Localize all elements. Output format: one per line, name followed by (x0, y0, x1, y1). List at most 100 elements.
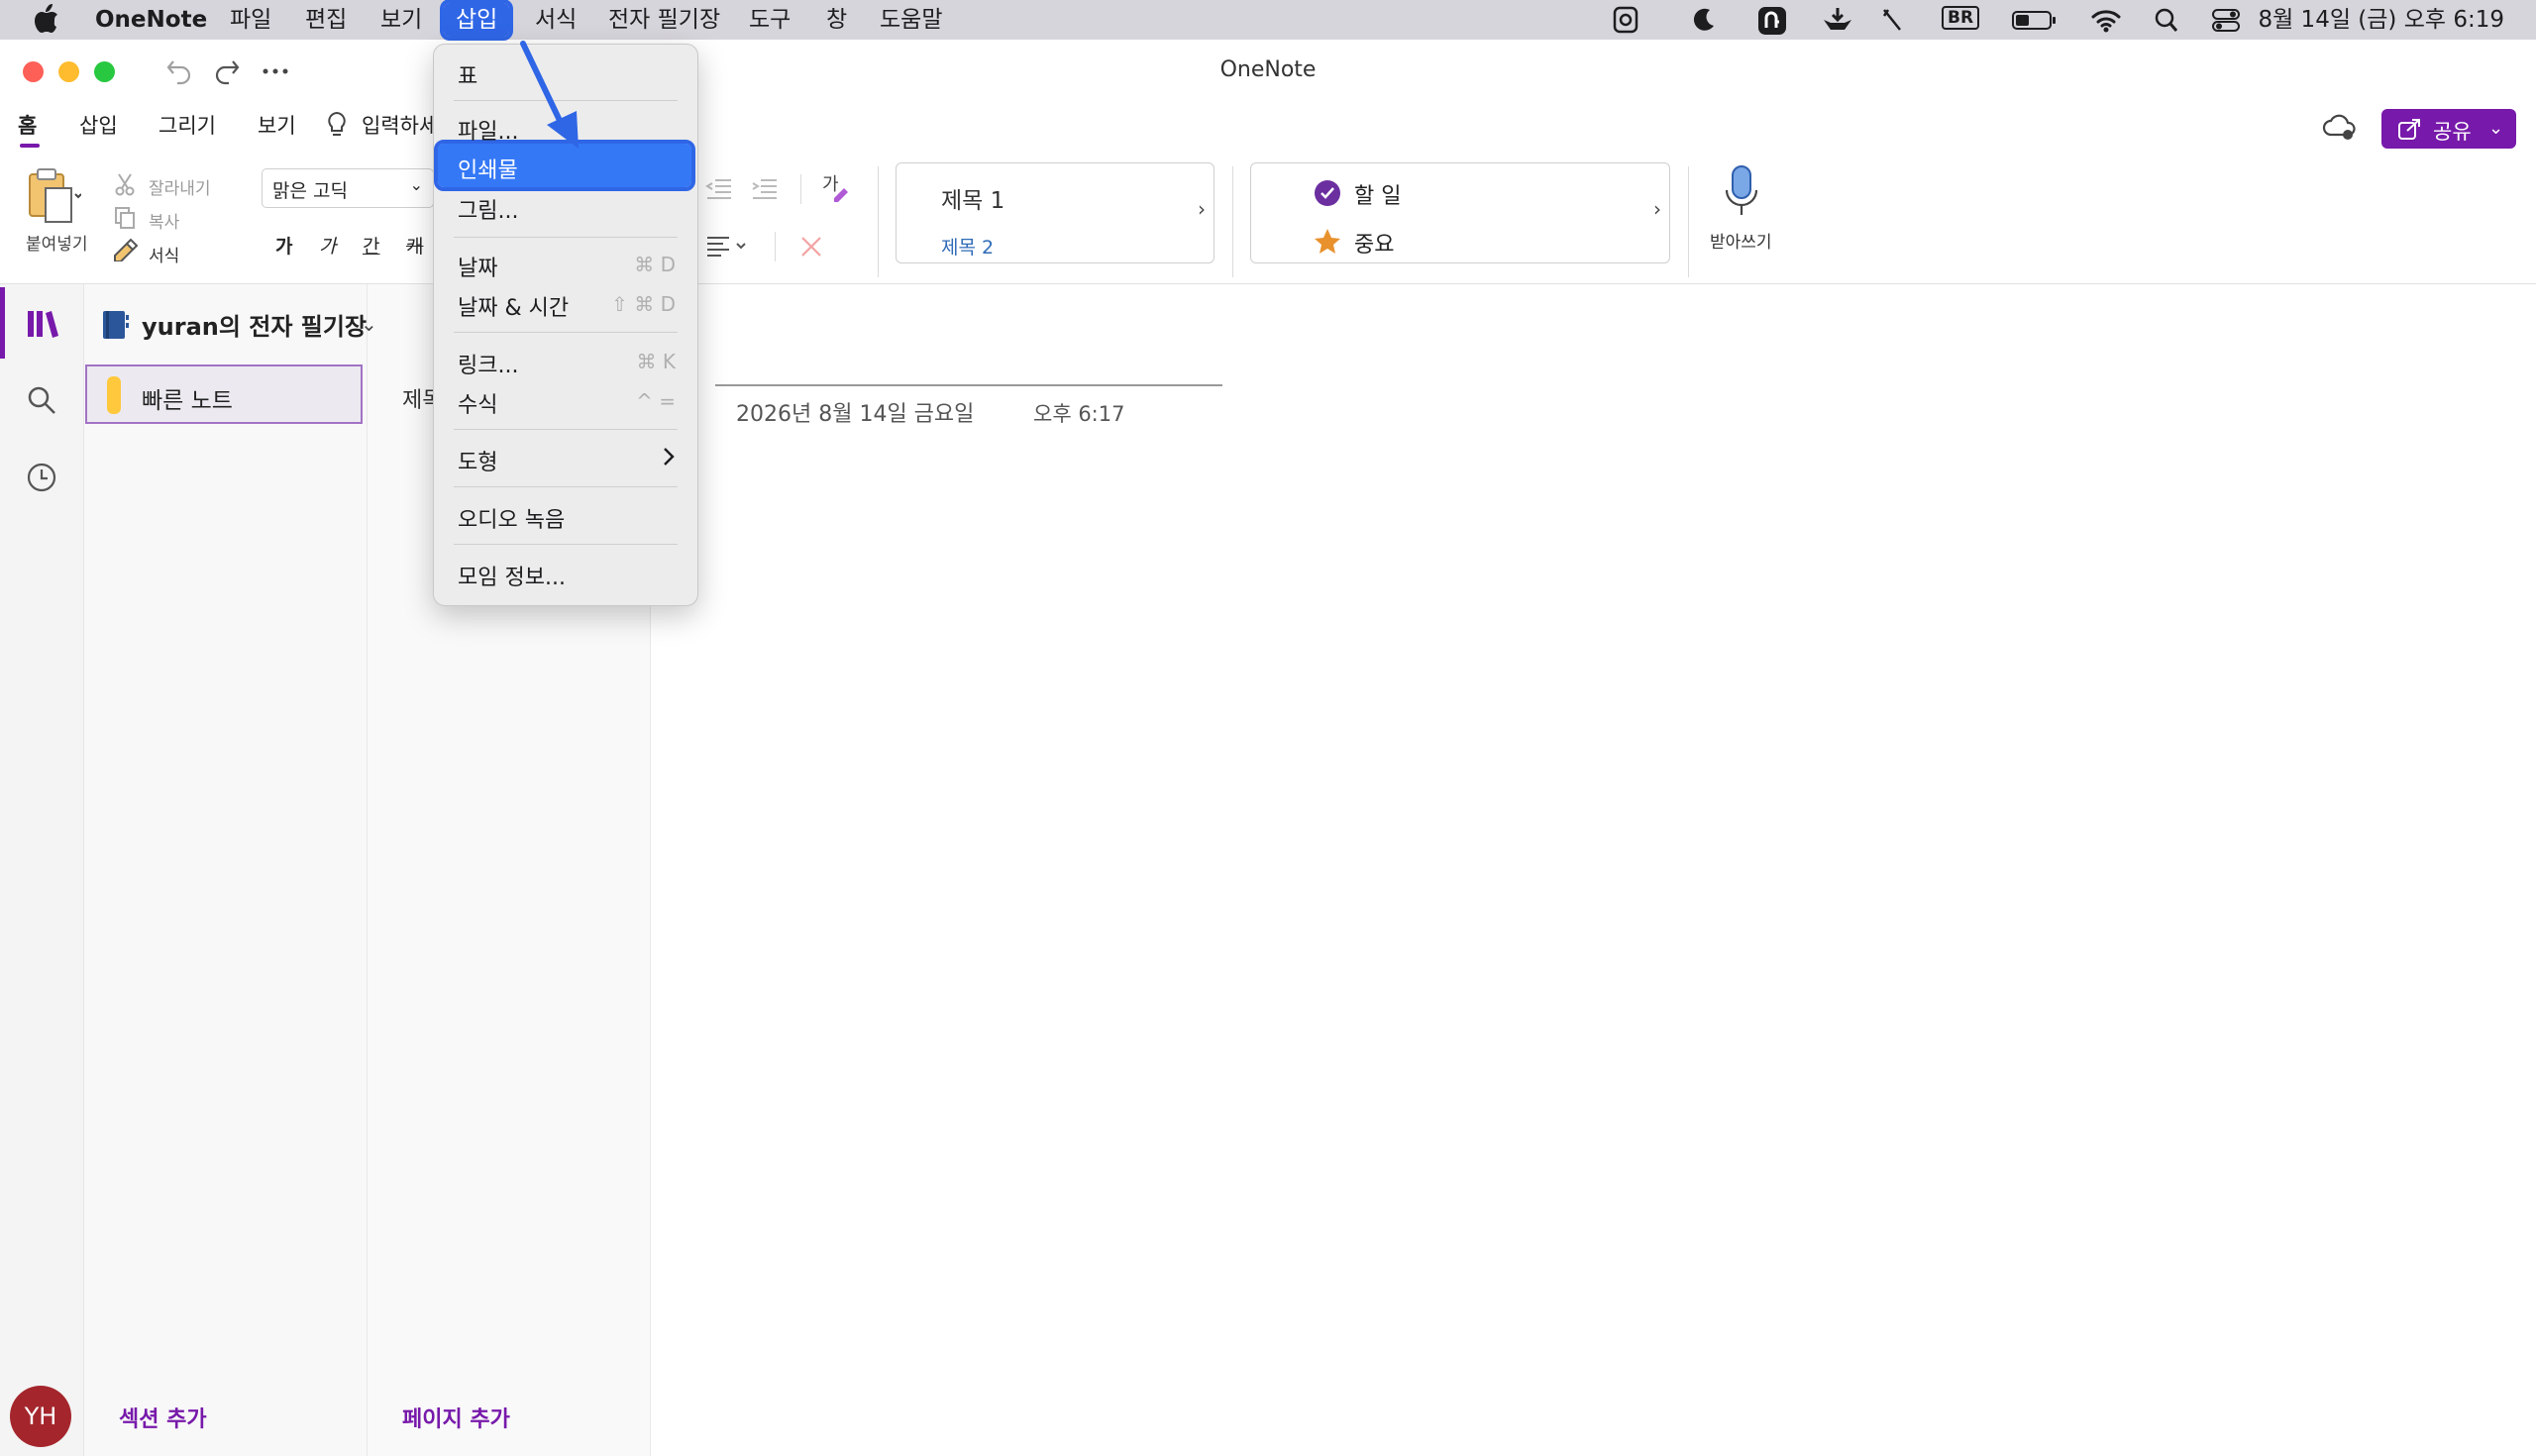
add-page-button[interactable]: 페이지 추가 (402, 1402, 510, 1433)
download-tray-icon[interactable] (1821, 6, 1854, 34)
share-icon (2397, 117, 2423, 141)
menu-item-printout[interactable]: 인쇄물 (458, 153, 518, 184)
font-name-value: 맑은 고딕 (272, 180, 348, 202)
apple-menu-icon[interactable] (34, 4, 59, 34)
tag-important[interactable]: 중요 (1354, 227, 1394, 259)
menu-separator (454, 237, 678, 238)
menu-item-table[interactable]: 표 (458, 58, 477, 90)
strikethrough-button[interactable]: 캐 (406, 232, 423, 259)
increase-indent-icon[interactable] (751, 176, 779, 200)
menu-item-equation[interactable]: 수식 (458, 387, 497, 419)
search-icon[interactable] (26, 384, 57, 416)
menu-item-audio-recording[interactable]: 오디오 녹음 (458, 502, 565, 534)
menu-tools[interactable]: 도구 (749, 0, 791, 40)
styles-gallery[interactable]: 제목 1 제목 2 › (896, 162, 1215, 263)
underline-button[interactable]: 간 (363, 232, 379, 259)
control-center-icon[interactable] (2211, 6, 2241, 34)
menu-item-meeting-details[interactable]: 모임 정보... (458, 560, 566, 591)
styles-expand-chevron-icon[interactable]: › (1198, 197, 1206, 221)
align-icon[interactable] (705, 234, 751, 258)
submenu-chevron-right-icon (662, 445, 676, 468)
sync-status-icon[interactable] (2322, 113, 2358, 143)
decrease-indent-icon[interactable] (705, 176, 733, 200)
input-source-icon[interactable]: BR (1942, 6, 1980, 35)
tab-insert[interactable]: 삽입 (79, 110, 118, 140)
share-dropdown-chevron-icon[interactable]: ⌄ (2488, 118, 2503, 139)
cut-icon[interactable] (114, 172, 136, 196)
menu-separator (454, 100, 678, 101)
format-painter-icon[interactable] (111, 238, 139, 261)
notebook-name[interactable]: yuran의 전자 필기장 (142, 307, 367, 342)
pen-icon[interactable] (1880, 6, 1904, 34)
menu-format[interactable]: 서식 (535, 0, 577, 40)
tell-me-search[interactable]: 입력하세 (362, 110, 438, 140)
ribbon-divider (800, 174, 801, 204)
share-button[interactable]: 공유 ⌄ (2381, 109, 2516, 149)
menu-help[interactable]: 도움말 (880, 0, 942, 40)
menu-separator (454, 486, 678, 487)
insert-menu-dropdown: 표 파일... 인쇄물 그림... 날짜 ⌘ D 날짜 & 시간 ⇧ ⌘ D 링… (433, 44, 698, 606)
menu-notebook[interactable]: 전자 필기장 (608, 0, 720, 40)
moon-icon[interactable] (1690, 6, 1718, 34)
tab-draw[interactable]: 그리기 (158, 110, 216, 140)
page-date: 2026년 8월 14일 금요일 (736, 402, 975, 427)
menu-item-picture[interactable]: 그림... (458, 193, 518, 225)
lightbulb-icon[interactable] (325, 111, 349, 139)
menu-item-link[interactable]: 링크... (458, 348, 518, 379)
section-item-label: 빠른 노트 (142, 388, 233, 414)
menu-insert[interactable]: 삽입 (439, 0, 514, 41)
spotlight-icon[interactable] (2154, 6, 2179, 34)
important-star-icon (1313, 227, 1342, 257)
delete-icon[interactable] (798, 234, 824, 260)
menu-item-date-time[interactable]: 날짜 & 시간 (458, 290, 569, 322)
bold-button[interactable]: 가 (275, 232, 292, 259)
format-painter-label[interactable]: 서식 (149, 242, 179, 266)
ribbon-divider (878, 166, 879, 277)
page-title-line[interactable] (715, 384, 1222, 386)
date-time-shortcut: ⇧ ⌘ D (611, 292, 676, 316)
dictate-label[interactable]: 받아쓰기 (1710, 228, 1772, 253)
recent-notes-icon[interactable] (26, 462, 57, 493)
text-tool-icon[interactable] (1757, 6, 1787, 35)
font-dropdown-chevron-icon: ⌄ (409, 175, 423, 194)
copy-icon[interactable] (114, 206, 136, 230)
paste-icon[interactable] (26, 166, 81, 226)
tab-home[interactable]: 홈 (18, 110, 37, 140)
font-name-dropdown[interactable]: 맑은 고딕 ⌄ (262, 168, 434, 208)
notebooks-icon[interactable] (26, 307, 59, 339)
menu-separator (454, 429, 678, 430)
paste-label[interactable]: 붙여넣기 (26, 230, 88, 255)
menu-separator (454, 544, 678, 545)
menu-file[interactable]: 파일 (230, 0, 271, 40)
tags-expand-chevron-icon[interactable]: › (1653, 197, 1661, 221)
microphone-icon[interactable] (1724, 164, 1759, 218)
add-section-button[interactable]: 섹션 추가 (119, 1402, 207, 1433)
clear-formatting-icon[interactable]: 가 (820, 172, 852, 204)
menu-view[interactable]: 보기 (380, 0, 422, 40)
style-heading-2[interactable]: 제목 2 (941, 233, 994, 260)
avatar[interactable]: YH (10, 1386, 71, 1447)
section-color-tab (107, 376, 121, 414)
tag-todo[interactable]: 할 일 (1354, 178, 1401, 210)
menu-window[interactable]: 창 (826, 0, 847, 40)
ribbon-divider (1232, 166, 1233, 277)
onenote-status-icon[interactable] (1613, 6, 1638, 34)
notebook-chevron-down-icon[interactable]: ⌄ (361, 312, 377, 336)
italic-button[interactable]: 가 (319, 232, 336, 259)
menubar-clock[interactable]: 8월 14일 (금) 오후 6:19 (2258, 0, 2504, 40)
menu-item-file[interactable]: 파일... (458, 114, 518, 146)
tab-view[interactable]: 보기 (258, 110, 296, 140)
equation-shortcut: ^ = (636, 389, 676, 413)
ribbon-divider (1688, 166, 1689, 277)
copy-label[interactable]: 복사 (149, 208, 179, 233)
tab-selected-indicator (20, 144, 40, 148)
wifi-icon[interactable] (2090, 6, 2122, 34)
menu-app-name[interactable]: OneNote (95, 0, 207, 40)
cut-label[interactable]: 잘라내기 (149, 174, 211, 199)
tags-gallery[interactable]: 할 일 중요 › (1250, 162, 1670, 263)
menu-edit[interactable]: 편집 (305, 0, 347, 40)
menu-item-date[interactable]: 날짜 (458, 251, 497, 282)
menu-item-shapes[interactable]: 도형 (458, 445, 497, 476)
style-heading-1[interactable]: 제목 1 (941, 181, 1004, 215)
todo-checkbox-icon (1313, 178, 1342, 208)
